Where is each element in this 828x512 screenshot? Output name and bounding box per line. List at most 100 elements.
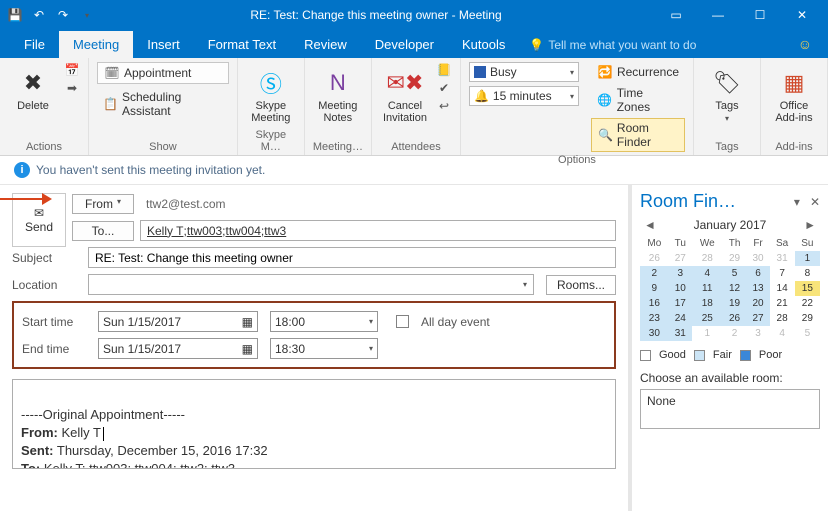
calendar-day[interactable]: 10 [669,281,692,296]
calendar-day[interactable]: 16 [640,296,669,311]
start-date-picker[interactable]: Sun 1/15/2017▦ [98,311,258,332]
room-finder-button[interactable]: 🔍Room Finder [591,118,685,152]
calendar-day[interactable]: 31 [770,251,795,266]
prev-month-button[interactable]: ◄ [640,218,660,232]
calendar-day[interactable]: 3 [669,266,692,281]
start-time-picker[interactable]: 18:00▾ [270,311,378,332]
calendar-day[interactable]: 5 [795,326,820,341]
end-time-picker[interactable]: 18:30▾ [270,338,378,359]
to-button[interactable]: To... [72,221,134,241]
tab-kutools[interactable]: Kutools [448,31,519,58]
calendar-day[interactable]: 3 [747,326,770,341]
end-date-picker[interactable]: Sun 1/15/2017▦ [98,338,258,359]
message-body[interactable]: -----Original Appointment----- From: Kel… [12,379,616,469]
all-day-checkbox[interactable] [396,315,409,328]
calendar-day[interactable]: 6 [747,266,770,281]
panel-close-icon[interactable]: ✕ [810,195,820,209]
minimize-button[interactable]: — [698,3,738,27]
calendar-day[interactable]: 29 [795,311,820,326]
recipient[interactable]: ttw3 [264,224,286,238]
calendar-day[interactable]: 9 [640,281,669,296]
calendar-day[interactable]: 1 [692,326,723,341]
recipient[interactable]: ttw003 [187,224,222,238]
calendar-day[interactable]: 30 [640,326,669,341]
scheduling-assistant-button[interactable]: 📋 Scheduling Assistant [97,88,229,120]
calendar-day[interactable]: 28 [770,311,795,326]
calendar-day[interactable]: 30 [747,251,770,266]
response-options-icon[interactable]: ↩ [436,98,452,114]
calendar-day[interactable]: 14 [770,281,795,296]
calendar-day[interactable]: 11 [692,281,723,296]
send-button[interactable]: ✉ Send [12,193,66,247]
tab-format-text[interactable]: Format Text [194,31,290,58]
calendar-day[interactable]: 2 [640,266,669,281]
calendar-day[interactable]: 26 [723,311,747,326]
panel-menu-icon[interactable]: ▾ [794,195,800,209]
recipient[interactable]: ttw004 [226,224,261,238]
feedback-icon[interactable]: ☺ [798,36,812,52]
next-month-button[interactable]: ► [800,218,820,232]
undo-icon[interactable]: ↶ [30,6,48,24]
tags-button[interactable]: 🏷 Tags▾ [702,62,752,125]
calendar-day[interactable]: 15 [795,281,820,296]
save-icon[interactable]: 💾 [6,6,24,24]
calendar-day[interactable]: 24 [669,311,692,326]
calendar-day[interactable]: 27 [747,311,770,326]
skype-meeting-button[interactable]: Ⓢ Skype Meeting [246,62,296,124]
calendar-day[interactable]: 29 [723,251,747,266]
location-field[interactable]: ▾ [88,274,534,295]
qat-more-icon[interactable]: ▾ [78,6,96,24]
tell-me-search[interactable]: 💡 Tell me what you want to do [519,32,706,58]
calendar-day[interactable]: 27 [669,251,692,266]
calendar-day[interactable]: 12 [723,281,747,296]
ribbon-options-icon[interactable]: ▭ [656,3,696,27]
recurrence-button[interactable]: 🔁Recurrence [591,62,685,82]
calendar-day[interactable]: 8 [795,266,820,281]
subject-field[interactable] [88,247,616,268]
calendar-day[interactable]: 5 [723,266,747,281]
redo-icon[interactable]: ↷ [54,6,72,24]
cancel-invitation-button[interactable]: ✉✖ Cancel Invitation [380,62,430,124]
office-addins-button[interactable]: ▦ Office Add-ins [769,62,819,124]
meeting-notes-button[interactable]: N Meeting Notes [313,62,363,124]
calendar-day[interactable]: 21 [770,296,795,311]
calendar-day[interactable]: 26 [640,251,669,266]
recipient[interactable]: Kelly T [147,224,183,238]
address-book-icon[interactable]: 📒 [436,62,452,78]
calendar-day[interactable]: 31 [669,326,692,341]
calendar-day[interactable]: 13 [747,281,770,296]
calendar-day[interactable]: 2 [723,326,747,341]
delete-button[interactable]: ✖ Delete [8,62,58,112]
calendar-day[interactable]: 4 [692,266,723,281]
room-list[interactable]: None [640,389,820,429]
close-button[interactable]: ✕ [782,3,822,27]
to-field[interactable]: Kelly T; ttw003; ttw004; ttw3 [140,220,616,241]
group-attendees: ✉✖ Cancel Invitation 📒 ✔ ↩ Attendees [372,58,461,155]
appointment-button[interactable]: 🗓 Appointment [97,62,229,84]
calendar-day[interactable]: 28 [692,251,723,266]
calendar-day[interactable]: 18 [692,296,723,311]
calendar-day[interactable]: 23 [640,311,669,326]
tab-meeting[interactable]: Meeting [59,31,133,58]
calendar-day[interactable]: 4 [770,326,795,341]
calendar-day[interactable]: 25 [692,311,723,326]
calendar-day[interactable]: 1 [795,251,820,266]
calendar-day[interactable]: 7 [770,266,795,281]
calendar-icon[interactable]: 📅 [64,62,80,78]
calendar-day[interactable]: 22 [795,296,820,311]
tab-review[interactable]: Review [290,31,361,58]
forward-icon[interactable]: ➡ [64,80,80,96]
check-names-icon[interactable]: ✔ [436,80,452,96]
from-button[interactable]: From▾ [72,194,134,214]
rooms-button[interactable]: Rooms... [546,275,616,295]
calendar-day[interactable]: 17 [669,296,692,311]
calendar-day[interactable]: 20 [747,296,770,311]
tab-insert[interactable]: Insert [133,31,194,58]
tab-file[interactable]: File [10,31,59,58]
tab-developer[interactable]: Developer [361,31,448,58]
calendar-day[interactable]: 19 [723,296,747,311]
show-as-combo[interactable]: Busy ▾ [469,62,579,82]
time-zones-button[interactable]: 🌐Time Zones [591,84,685,116]
reminder-combo[interactable]: 🔔15 minutes ▾ [469,86,579,106]
maximize-button[interactable]: ☐ [740,3,780,27]
